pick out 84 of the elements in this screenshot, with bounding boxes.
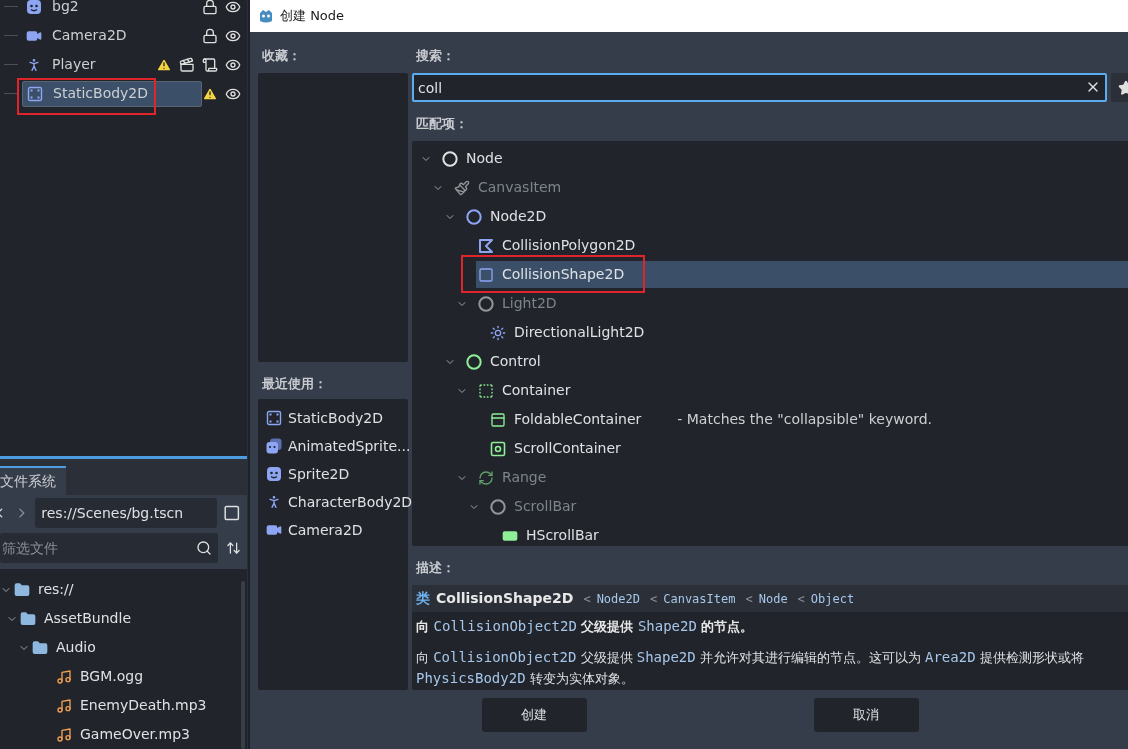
file-tree-item[interactable]: GameOver.mp3: [56, 724, 190, 745]
folder-icon: [32, 639, 48, 656]
filter-field[interactable]: 筛选文件: [0, 533, 218, 563]
arc-arrows-icon: [478, 469, 494, 486]
music-note-icon: [56, 726, 72, 743]
class-tree-item[interactable]: HScrollBar: [500, 522, 1128, 546]
class-tree-item[interactable]: FoldableContainer - Matches the "collapsible" keyword.: [488, 406, 1128, 433]
scene-tree-item[interactable]: StaticBody2D: [22, 80, 202, 107]
description-label: 描述：: [415, 559, 456, 577]
class-tree-item[interactable]: Node2D: [464, 203, 1128, 230]
music-note-icon: [56, 668, 72, 685]
polygon-icon: [478, 237, 494, 254]
class-link[interactable]: Node: [758, 589, 788, 608]
class-tree-item[interactable]: Node: [440, 145, 1128, 172]
class-tree-item[interactable]: CollisionPolygon2D: [476, 232, 1128, 259]
class-tree-item[interactable]: Container: [476, 377, 1128, 404]
circle-icon: [442, 150, 458, 167]
script-icon[interactable]: [202, 56, 218, 73]
class-tree-item[interactable]: ScrollBar: [488, 493, 1128, 520]
app-logo-icon: [258, 8, 274, 24]
search-field[interactable]: coll: [412, 73, 1107, 102]
filesystem-tab[interactable]: 文件系统: [0, 466, 66, 495]
dotted-square-icon: [266, 410, 282, 426]
scene-tree-item[interactable]: Player: [22, 51, 156, 78]
dialog-button[interactable]: 取消: [813, 698, 919, 732]
recent-label: 最近使用：: [261, 375, 328, 393]
sprite-icon: [266, 466, 282, 482]
description-text: 向 CollisionObject2D 父级提供 Shape2D 的节点。: [416, 617, 755, 636]
path-field[interactable]: res://Scenes/bg.tscn: [35, 498, 218, 528]
panel-toggle-icon[interactable]: [223, 504, 241, 522]
circle-icon: [490, 498, 506, 515]
search-label: 搜索：: [415, 47, 456, 65]
circle-icon: [466, 208, 482, 225]
class-tree-item[interactable]: Light2D: [476, 290, 1128, 317]
recent-item[interactable]: StaticBody2D: [258, 404, 408, 432]
square-icon: [478, 266, 494, 283]
class-heading: 类 CollisionShape2D < Node2D < CanvasItem < Node < Object: [412, 585, 1128, 612]
recent-item[interactable]: Camera2D: [258, 516, 408, 544]
dashed-square-icon: [478, 382, 494, 399]
sun-icon: [490, 324, 506, 341]
circle-icon: [466, 353, 482, 370]
sort-icon[interactable]: [226, 540, 241, 556]
layered-sprite-icon: [266, 438, 282, 454]
class-tree-item[interactable]: Range: [476, 464, 1128, 491]
figure-icon: [26, 56, 42, 73]
panel-icon: [490, 411, 506, 428]
warning-icon[interactable]: [156, 56, 172, 73]
search-icon: [196, 540, 212, 556]
file-tree-item[interactable]: EnemyDeath.mp3: [56, 695, 207, 716]
file-tree-item[interactable]: BGM.ogg: [56, 666, 144, 687]
class-link[interactable]: Object: [810, 589, 855, 608]
favorites-label: 收藏：: [261, 47, 302, 65]
clapperboard-icon[interactable]: [179, 56, 195, 73]
class-tree-item[interactable]: CanvasItem: [452, 174, 1128, 201]
class-tree-item[interactable]: DirectionalLight2D: [488, 319, 1128, 346]
file-tree-item[interactable]: Audio: [32, 637, 96, 658]
eye-icon[interactable]: [225, 0, 241, 15]
file-tree-item[interactable]: res://: [14, 579, 74, 600]
matches-label: 匹配项：: [415, 115, 469, 133]
figure-icon: [266, 494, 282, 510]
scene-tree-item[interactable]: Camera2D: [22, 22, 202, 49]
recent-item[interactable]: Sprite2D: [258, 460, 408, 488]
lock-icon[interactable]: [202, 27, 218, 44]
brush-icon: [454, 179, 470, 196]
description-text: 向 CollisionObject2D 父级提供 Shape2D 并允许对其进行编辑的节点。这可以为 Area2D 提供检测形状或将 PhysicsBody2D 转变为实体对象。: [416, 648, 1085, 688]
dialog-title-bar: 创建 Node: [250, 0, 1128, 32]
dotted-square-icon: [27, 85, 43, 102]
music-note-icon: [56, 697, 72, 714]
scene-tree-item[interactable]: bg2: [22, 0, 202, 20]
class-link[interactable]: Node2D: [596, 589, 640, 608]
folder-icon: [14, 581, 30, 598]
warning-icon[interactable]: [202, 85, 218, 102]
folder-icon: [20, 610, 36, 627]
camera-icon: [266, 522, 282, 538]
class-link[interactable]: CanvasItem: [663, 589, 736, 608]
class-tree-item[interactable]: Control: [464, 348, 1128, 375]
file-tree-item[interactable]: AssetBundle: [20, 608, 131, 629]
splitter-bar[interactable]: [0, 455, 247, 459]
lock-icon[interactable]: [202, 0, 218, 15]
recent-item[interactable]: AnimatedSprite...: [258, 432, 408, 460]
class-tree-item[interactable]: CollisionShape2D: [476, 261, 1128, 288]
circle-icon: [478, 295, 494, 312]
dialog-button[interactable]: 创建: [481, 698, 587, 732]
class-tree-item[interactable]: ScrollContainer: [488, 435, 1128, 462]
